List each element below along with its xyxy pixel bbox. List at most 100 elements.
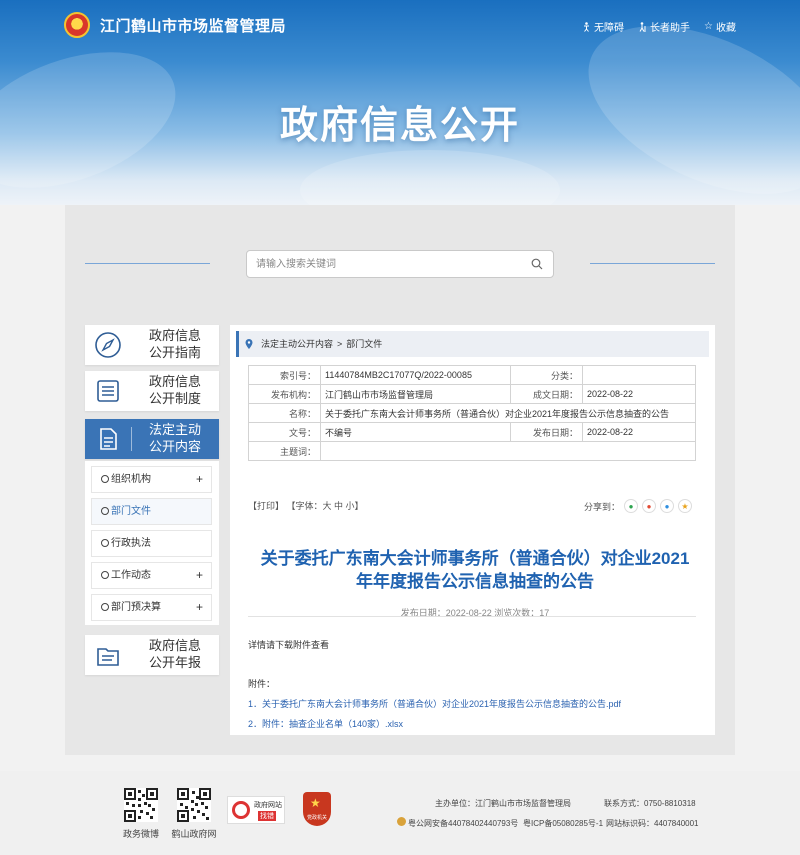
submenu-item-label: 行政执法 [111, 538, 151, 549]
elderly-icon [639, 21, 646, 32]
article-meta: 发布日期：2022-08-22 浏览次数：17 [400, 608, 550, 618]
table-row: 名称： 关于委托广东南大会计师事务所（普通合伙）对企业2021年度报告公示信息抽… [248, 403, 696, 423]
table-label: 发布机构： [248, 384, 321, 404]
expand-icon[interactable]: + [196, 563, 203, 588]
share-bar: 分享到： ● ● ● ★ [584, 499, 692, 513]
sidebar-item-guide[interactable]: 政府信息公开指南 [85, 325, 219, 365]
document-info-table: 索引号： 11440784MB2C17077Q/2022-00085 分类： 发… [248, 365, 696, 461]
table-label: 分类： [510, 365, 583, 385]
search-icon[interactable] [531, 258, 543, 270]
gov-error-finder-badge[interactable]: 政府网站 找错 [227, 796, 285, 824]
sidebar-item-label: 政府信息公开年报 [149, 638, 202, 670]
submenu-item-work-news[interactable]: 工作动态 + [91, 562, 212, 589]
qr-code-gov [177, 788, 211, 822]
content-area: 法定主动公开内容 > 部门文件 索引号： 11440784MB2C17077Q/20… [230, 325, 715, 735]
main-panel: 政府信息公开指南 政府信息公开制度 法定主动公开内容 组织机构 + 部门文件 行… [65, 205, 735, 755]
accessibility-button[interactable]: 无障碍 [582, 19, 624, 34]
footer: 政务微博 鹤山政府网 政府网站 找错 ★ 党政机关 主办单位：江门鹤山市市场监督… [0, 771, 800, 855]
breadcrumb-separator: > [337, 339, 343, 349]
footer-contact: 联系方式：0750-8810318 [604, 799, 696, 808]
police-badge-icon [397, 817, 406, 826]
breadcrumb-link[interactable]: 部门文件 [346, 339, 382, 349]
badge-text: 找错 [258, 811, 276, 821]
table-label: 文号： [248, 422, 321, 442]
breadcrumb: 法定主动公开内容 > 部门文件 [236, 331, 709, 357]
star-icon: ☆ [704, 21, 713, 32]
submenu-item-department-docs[interactable]: 部门文件 [91, 498, 212, 525]
accessibility-icon [584, 21, 590, 32]
list-icon [97, 380, 119, 402]
compass-icon [95, 332, 121, 358]
attachment-link[interactable]: 2．附件：抽查企业名单（140家）.xlsx [248, 717, 403, 730]
table-label: 索引号： [248, 365, 321, 385]
print-button[interactable]: 【打印】 [248, 501, 284, 511]
table-value [320, 441, 696, 461]
expand-icon[interactable]: + [196, 595, 203, 620]
attachment-link[interactable]: 1．关于委托广东南大会计师事务所（普通合伙）对企业2021年度报告公示信息抽查的… [248, 697, 621, 710]
qr-label: 鹤山政府网 [171, 829, 217, 839]
breadcrumb-link[interactable]: 法定主动公开内容 [261, 339, 333, 349]
search-divider-right [590, 263, 715, 264]
qzone-icon[interactable]: ★ [678, 499, 692, 513]
submenu-item-budget[interactable]: 部门预决算 + [91, 594, 212, 621]
submenu-item-organization[interactable]: 组织机构 + [91, 466, 212, 493]
elderly-mode-button[interactable]: 长者助手 [638, 19, 690, 34]
attachments-label: 附件： [248, 679, 276, 689]
top-bar: 江门鹤山市市场监督管理局 无障碍 长者助手 ☆ 收藏 [0, 0, 800, 50]
sidebar-item-label: 法定主动公开内容 [149, 422, 202, 454]
table-value: 11440784MB2C17077Q/2022-00085 [320, 365, 511, 385]
badge-text: 党政机关 [306, 815, 327, 821]
site-title[interactable]: 江门鹤山市市场监督管理局 [100, 15, 286, 36]
sidebar-submenu: 组织机构 + 部门文件 行政执法 工作动态 + 部门预决算 + [85, 461, 219, 625]
bullet-icon [101, 475, 109, 483]
elderly-mode-label: 长者助手 [650, 23, 691, 34]
submenu-item-label: 部门文件 [111, 506, 151, 517]
table-label: 名称： [248, 403, 321, 423]
article-title: 关于委托广东南大会计师事务所（普通合伙）对企业2021年年度报告公示信息抽查的公… [260, 549, 690, 591]
article-tools: 【打印】 【字体：大 中 小】 分享到： ● ● ● ★ [248, 499, 696, 517]
table-value: 不编号 [320, 422, 511, 442]
star-icon: ★ [310, 796, 321, 810]
location-pin-icon [245, 339, 253, 349]
wechat-icon[interactable]: ● [624, 499, 638, 513]
sidebar-item-system[interactable]: 政府信息公开制度 [85, 371, 219, 411]
folder-icon [97, 648, 119, 666]
footer-site-code: 网站标识码：4407840001 [606, 819, 699, 828]
submenu-item-law-enforcement[interactable]: 行政执法 [91, 530, 212, 557]
sidebar-item-active-content[interactable]: 法定主动公开内容 [85, 419, 219, 459]
banner-decoration [300, 150, 560, 205]
qr-code-weibo [124, 788, 158, 822]
document-icon [100, 428, 117, 450]
table-value: 2022-08-22 [582, 384, 696, 404]
table-label: 发布日期： [510, 422, 583, 442]
expand-icon[interactable]: + [196, 467, 203, 492]
table-value: 2022-08-22 [582, 422, 696, 442]
magnifier-icon [232, 801, 250, 819]
table-value [582, 365, 696, 385]
table-row: 发布机构： 江门鹤山市市场监督管理局 成文日期： 2022-08-22 [248, 384, 696, 404]
divider [248, 616, 696, 617]
table-row: 索引号： 11440784MB2C17077Q/2022-00085 分类： [248, 365, 696, 385]
bullet-icon [101, 571, 109, 579]
sidebar-item-annual-report[interactable]: 政府信息公开年报 [85, 635, 219, 675]
share-label: 分享到： [583, 501, 620, 512]
footer-sponsor: 主办单位：江门鹤山市市场监督管理局 [435, 799, 571, 808]
sidebar-divider [131, 427, 132, 451]
party-gov-badge[interactable]: ★ 党政机关 [303, 792, 331, 826]
top-tools: 无障碍 长者助手 ☆ 收藏 [582, 19, 736, 34]
search-input[interactable] [247, 251, 517, 277]
table-row: 文号： 不编号 发布日期： 2022-08-22 [248, 422, 696, 442]
sidebar-item-label: 政府信息公开制度 [149, 374, 202, 406]
national-emblem-icon[interactable] [64, 12, 90, 38]
font-size-selector[interactable]: 【字体：大 中 小】 [287, 501, 364, 511]
favorite-button[interactable]: ☆ 收藏 [704, 19, 736, 34]
footer-icp[interactable]: 粤ICP备05080285号-1 [523, 818, 603, 829]
weibo-icon[interactable]: ● [642, 499, 656, 513]
footer-police-record[interactable]: 粤公网安备44078402440793号 [408, 818, 518, 829]
table-row: 主题词： [248, 441, 696, 461]
accessibility-label: 无障碍 [594, 23, 625, 34]
submenu-item-label: 组织机构 [111, 474, 151, 485]
sidebar-item-label: 政府信息公开指南 [149, 328, 202, 360]
table-label: 主题词： [248, 441, 321, 461]
qq-icon[interactable]: ● [660, 499, 674, 513]
